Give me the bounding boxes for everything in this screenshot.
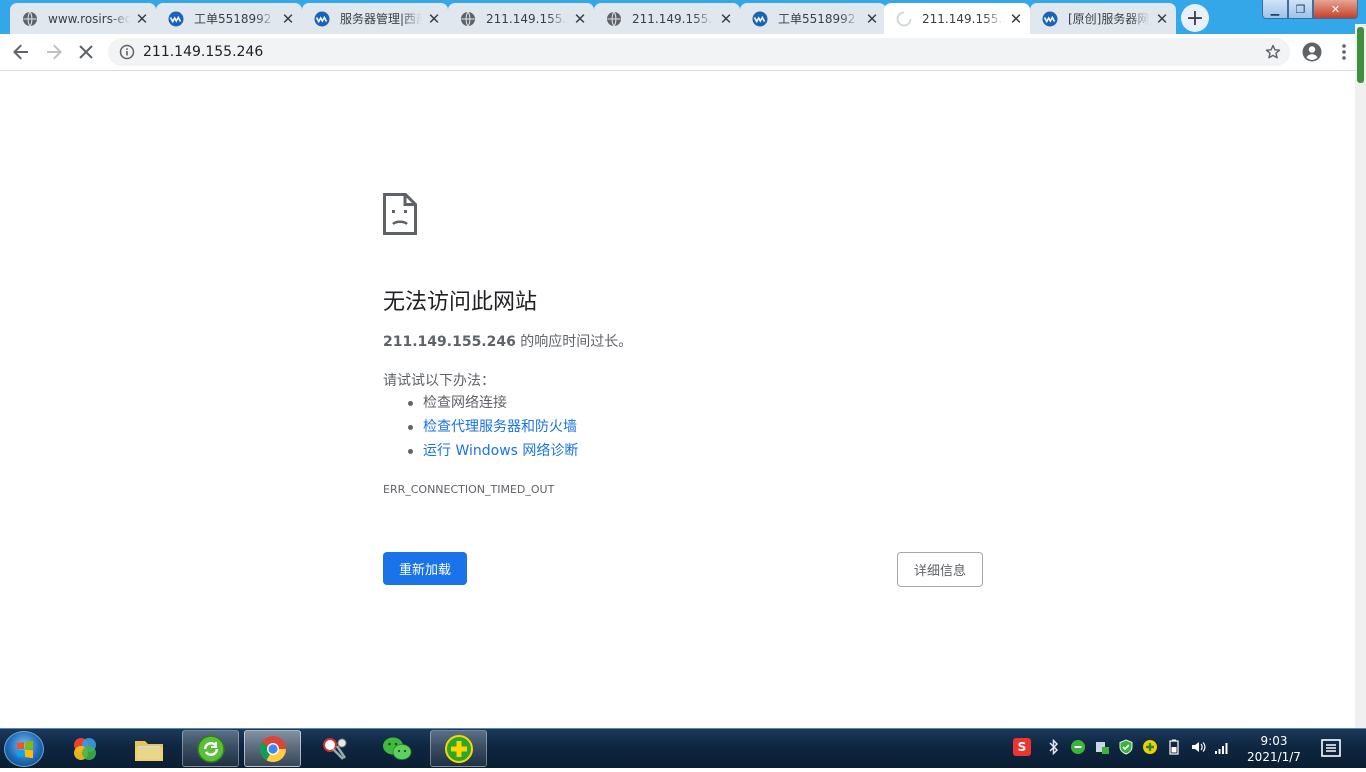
refresh-app-icon[interactable] (182, 730, 239, 767)
action-center-button[interactable] (1320, 738, 1342, 758)
notification-icon (1321, 739, 1341, 757)
tab-close-icon[interactable]: ✕ (864, 10, 880, 28)
globe-icon (460, 11, 476, 27)
tab-7[interactable]: 211.149.155.246 ✕ (884, 3, 1030, 34)
suggestion-check-proxy-link[interactable]: 检查代理服务器和防火墙 (407, 418, 578, 442)
windows-logo-icon (17, 740, 33, 759)
tab-close-icon[interactable]: ✕ (1154, 10, 1170, 28)
bookmark-star-icon[interactable] (1265, 44, 1281, 60)
tab-close-icon[interactable]: ✕ (134, 10, 150, 28)
tab-close-icon[interactable]: ✕ (1008, 10, 1024, 28)
address-bar[interactable]: 211.149.155.246 (108, 38, 1290, 66)
error-title: 无法访问此网站 (383, 290, 538, 315)
maximize-button[interactable]: ❐ (1288, 0, 1313, 19)
snipping-tool-icon[interactable] (306, 730, 363, 767)
menu-button[interactable] (1332, 40, 1356, 64)
new-tab-label: + (1185, 5, 1205, 31)
clock-date: 2021/1/7 (1247, 750, 1301, 764)
globe-icon (22, 11, 38, 27)
kebab-menu-icon (1342, 44, 1346, 60)
scrollbar-track[interactable] (1355, 24, 1366, 728)
shield-icon[interactable] (1117, 738, 1135, 756)
tab-title: 211.149.155.246 (486, 11, 568, 26)
account-circle-icon (1302, 42, 1322, 62)
close-window-button[interactable]: ✕ (1313, 0, 1358, 19)
tab-title: www.rosirs-edu (48, 11, 130, 26)
plus-circle-icon[interactable] (1141, 738, 1159, 756)
start-button[interactable] (4, 731, 44, 767)
back-button[interactable] (7, 38, 35, 66)
tab-title: 工单5518992 - (194, 12, 276, 26)
bluetooth-icon[interactable] (1045, 738, 1063, 756)
close-x-icon (79, 45, 93, 59)
tab-title: 服务器管理|西部 (340, 12, 422, 26)
profile-button[interactable] (1300, 40, 1324, 64)
tab-close-icon[interactable]: ✕ (280, 10, 296, 28)
tab-title: [原创]服务器网站 (1068, 12, 1150, 26)
tab-2[interactable]: 工单5518992 - ✕ (156, 3, 302, 34)
file-explorer-icon[interactable] (120, 730, 177, 767)
tab-1[interactable]: www.rosirs-edu ✕ (10, 3, 156, 34)
wechat-icon[interactable] (368, 730, 425, 767)
tab-title: 工单5518992 - (778, 12, 860, 26)
error-code: ERR_CONNECTION_TIMED_OUT (383, 483, 555, 496)
tab-8[interactable]: [原创]服务器网站 ✕ (1030, 3, 1176, 34)
forward-button[interactable] (40, 38, 68, 66)
suggestions-heading: 请试试以下办法： (383, 373, 495, 389)
minimize-button[interactable]: ▁ (1262, 0, 1288, 19)
tab-6[interactable]: 工单5518992 - ✕ (740, 3, 886, 34)
network-drive-icon[interactable] (1093, 738, 1111, 756)
arrow-left-icon (13, 44, 28, 60)
info-icon[interactable] (119, 44, 135, 60)
stop-loading-button[interactable] (72, 38, 100, 66)
tab-3[interactable]: 服务器管理|西部 ✕ (302, 3, 448, 34)
sogou-input-icon[interactable]: S (1013, 738, 1031, 756)
scrollbar-thumb[interactable] (1357, 27, 1364, 83)
loading-spinner-icon (896, 11, 912, 27)
green-circle-icon[interactable] (1069, 738, 1087, 756)
signal-icon[interactable] (1213, 738, 1231, 756)
tab-close-icon[interactable]: ✕ (572, 10, 588, 28)
address-text[interactable]: 211.149.155.246 (143, 44, 263, 60)
brand-wave-icon (752, 11, 768, 27)
brand-wave-icon (168, 11, 184, 27)
volume-icon[interactable] (1189, 738, 1207, 756)
clock-time: 9:03 (1260, 734, 1288, 748)
health-plus-icon[interactable] (430, 730, 487, 767)
arrow-right-icon (47, 44, 62, 60)
reload-button[interactable]: 重新加载 (383, 552, 467, 585)
tab-4[interactable]: 211.149.155.246 ✕ (448, 3, 594, 34)
error-description-text: 的响应时间过长。 (515, 334, 633, 350)
suggestion-check-network: 检查网络连接 (407, 394, 578, 418)
battery-icon[interactable] (1165, 738, 1183, 756)
sad-document-icon (383, 193, 417, 235)
page-content (0, 72, 1355, 728)
details-button[interactable]: 详细信息 (897, 552, 983, 587)
suggestions-list: 检查网络连接 检查代理服务器和防火墙 运行 Windows 网络诊断 (407, 394, 578, 466)
tab-close-icon[interactable]: ✕ (718, 10, 734, 28)
new-tab-button[interactable]: + (1181, 4, 1209, 32)
brand-wave-icon (314, 11, 330, 27)
error-description: 211.149.155.246 的响应时间过长。 (383, 331, 632, 351)
tab-title: 211.149.155.246 (632, 11, 714, 26)
window-controls: ▁ ❐ ✕ (1262, 0, 1358, 19)
tab-5[interactable]: 211.149.155.246 ✕ (594, 3, 740, 34)
tab-title: 211.149.155.246 (922, 11, 1004, 26)
suggestion-run-diagnostics-link[interactable]: 运行 Windows 网络诊断 (407, 442, 578, 466)
taskbar-clock[interactable]: 9:03 2021/1/7 (1243, 733, 1305, 765)
tab-close-icon[interactable]: ✕ (426, 10, 442, 28)
kaleidoscope-app-icon[interactable] (56, 730, 113, 767)
error-host: 211.149.155.246 (383, 334, 516, 350)
globe-icon (606, 11, 622, 27)
brand-wave-icon (1042, 11, 1058, 27)
chrome-icon[interactable] (244, 730, 301, 767)
